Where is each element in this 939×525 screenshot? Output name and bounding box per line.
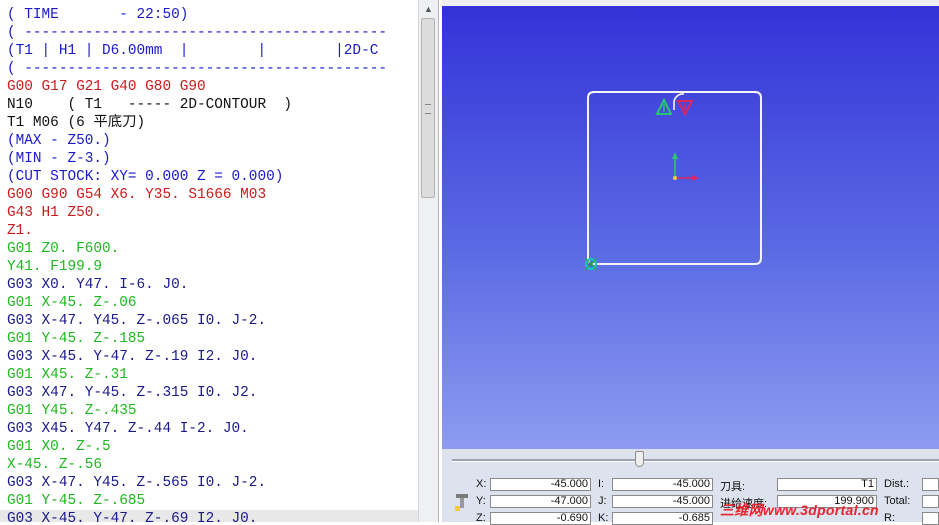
code-line[interactable]: (CUT STOCK: XY= 0.000 Z = 0.000): [0, 168, 418, 186]
code-line[interactable]: ( --------------------------------------…: [0, 24, 418, 42]
tool-icon[interactable]: [454, 493, 470, 513]
code-lines: ( TIME - 22:50)( -----------------------…: [0, 6, 418, 522]
dist-value-field: [922, 478, 939, 491]
tool-label: 刀具:: [720, 481, 746, 493]
x-value-field: -45.000: [490, 478, 591, 491]
k-value-field: -0.685: [612, 512, 713, 525]
code-line[interactable]: G00 G17 G21 G40 G80 G90: [0, 78, 418, 96]
code-line[interactable]: (T1 | H1 | D6.00mm | | |2D-C: [0, 42, 418, 60]
code-line[interactable]: G01 X45. Z-.31: [0, 366, 418, 384]
code-line[interactable]: Z1.: [0, 222, 418, 240]
code-line[interactable]: G01 Y-45. Z-.685: [0, 492, 418, 510]
i-label: I:: [598, 478, 605, 490]
scroll-up-arrow-icon[interactable]: ▲: [421, 2, 436, 17]
code-line[interactable]: G43 H1 Z50.: [0, 204, 418, 222]
code-line[interactable]: G03 X-45. Y-47. Z-.69 I2. J0.: [0, 510, 418, 522]
code-line[interactable]: ( TIME - 22:50): [0, 6, 418, 24]
code-line[interactable]: T1 M06 (6 平底刀): [0, 114, 418, 132]
total-value-field: [922, 495, 939, 508]
code-line[interactable]: (MAX - Z50.): [0, 132, 418, 150]
z-value-field: -0.690: [490, 512, 591, 525]
code-line[interactable]: G01 X-45. Z-.06: [0, 294, 418, 312]
simulation-progress-thumb[interactable]: [635, 451, 644, 467]
k-label: K:: [598, 512, 609, 524]
site-watermark: 三维网www.3dportal.cn: [720, 502, 879, 518]
j-value-field: -45.000: [612, 495, 713, 508]
y-label: Y:: [476, 495, 486, 507]
tool-value-field: T1: [777, 478, 877, 491]
code-line[interactable]: G03 X0. Y47. I-6. J0.: [0, 276, 418, 294]
z-label: Z:: [476, 512, 486, 524]
j-label: J:: [598, 495, 607, 507]
r-label: R:: [884, 512, 895, 524]
code-line[interactable]: G03 X-47. Y45. Z-.065 I0. J-2.: [0, 312, 418, 330]
toolpath-svg: [584, 91, 762, 271]
r-value-field: [922, 512, 939, 525]
code-line[interactable]: G01 X0. Z-.5: [0, 438, 418, 456]
code-line[interactable]: G03 X-45. Y-47. Z-.19 I2. J0.: [0, 348, 418, 366]
code-line[interactable]: ( --------------------------------------…: [0, 60, 418, 78]
total-label: Total:: [884, 495, 911, 507]
tool-position-icon: [584, 257, 598, 271]
code-line[interactable]: N10 ( T1 ----- 2D-CONTOUR ): [0, 96, 418, 114]
code-line[interactable]: G03 X-47. Y45. Z-.565 I0. J-2.: [0, 474, 418, 492]
nc-code-editor[interactable]: ( TIME - 22:50)( -----------------------…: [0, 0, 439, 522]
code-line[interactable]: (MIN - Z-3.): [0, 150, 418, 168]
code-line[interactable]: G03 X45. Y47. Z-.44 I-2. J0.: [0, 420, 418, 438]
x-label: X:: [476, 478, 487, 490]
dist-label: Dist.:: [884, 478, 910, 490]
code-line[interactable]: G01 Z0. F600.: [0, 240, 418, 258]
scrollbar-thumb[interactable]: [421, 18, 435, 198]
code-line[interactable]: X-45. Z-.56: [0, 456, 418, 474]
i-value-field: -45.000: [612, 478, 713, 491]
simulation-progress-track[interactable]: [452, 459, 939, 462]
code-line[interactable]: Y41. F199.9: [0, 258, 418, 276]
code-line[interactable]: G03 X47. Y-45. Z-.315 I0. J2.: [0, 384, 418, 402]
toolpath-3d-viewport[interactable]: [442, 6, 939, 449]
grip-icon: [425, 104, 431, 114]
y-value-field: -47.000: [490, 495, 591, 508]
code-line[interactable]: G00 G90 G54 X6. Y35. S1666 M03: [0, 186, 418, 204]
code-line[interactable]: G01 Y45. Z-.435: [0, 402, 418, 420]
code-line[interactable]: G01 Y-45. Z-.185: [0, 330, 418, 348]
editor-vertical-scrollbar[interactable]: ▲: [418, 0, 438, 522]
